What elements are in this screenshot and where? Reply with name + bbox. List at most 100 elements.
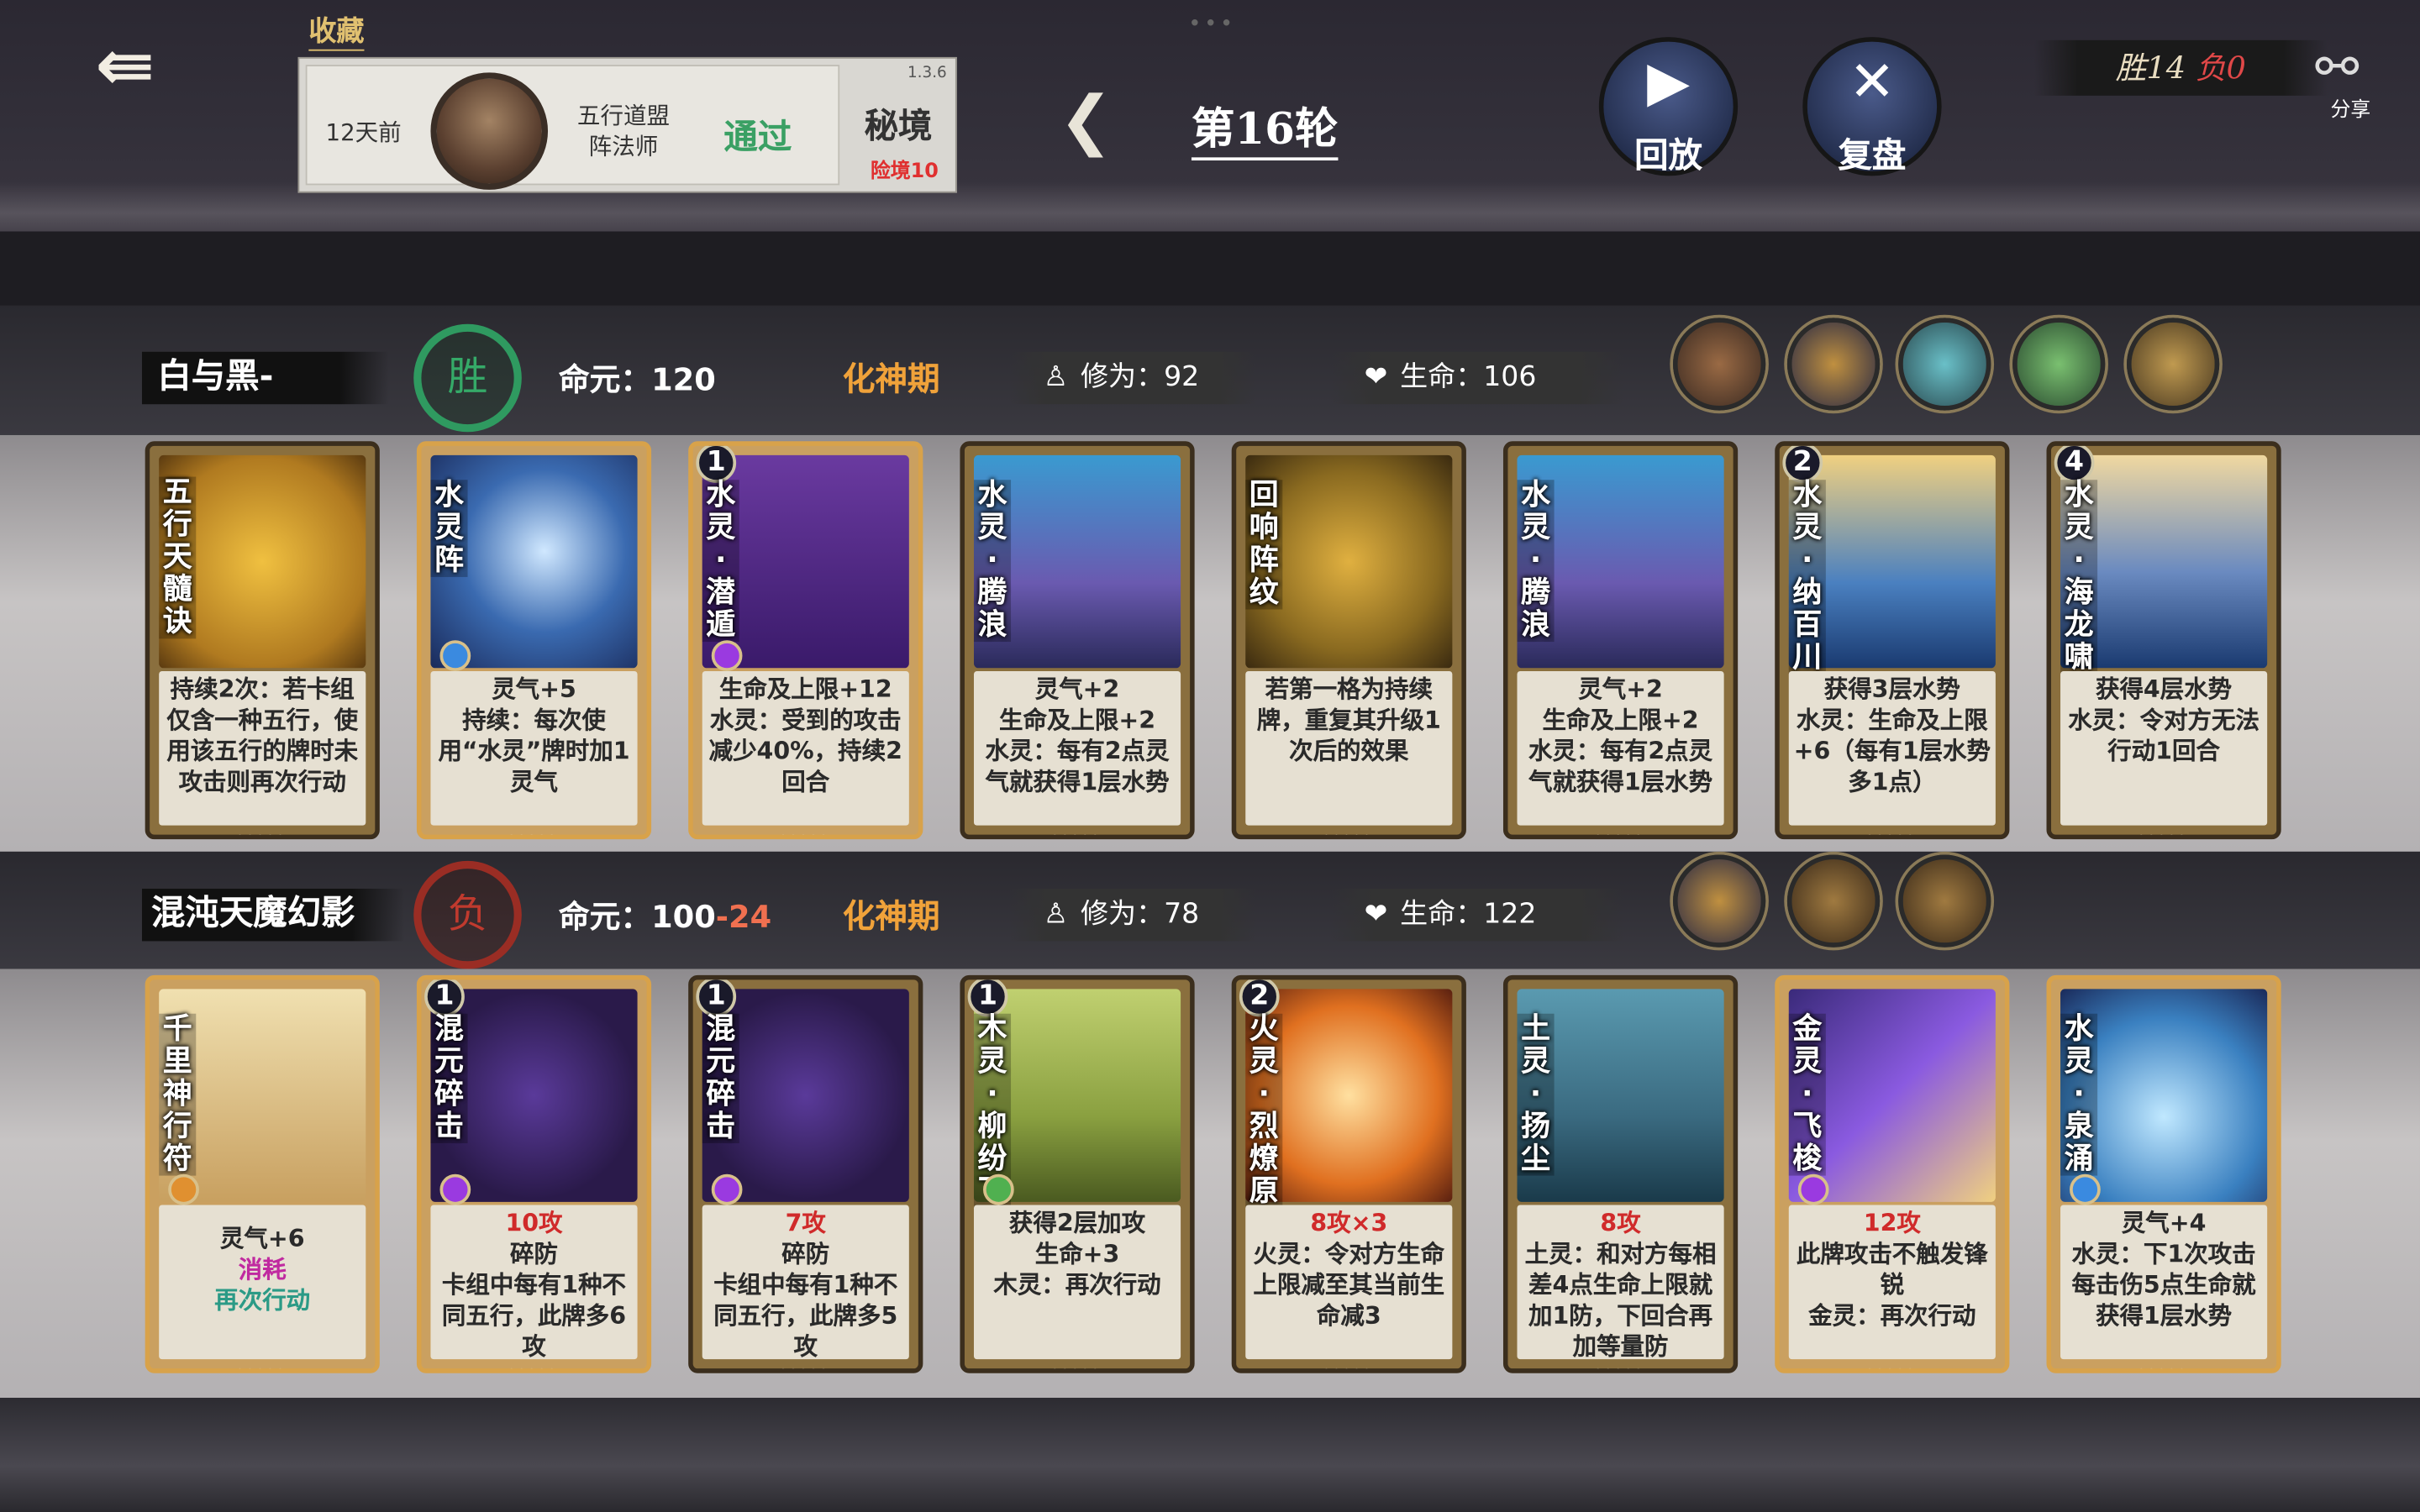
relic-icon[interactable] [2012, 318, 2106, 411]
deck-card[interactable]: 1 水灵·潜遁 生命及上限+12 水灵：受到的攻击减少40%，持续2回合 •••… [688, 441, 923, 840]
result-badge-lose: 负 [413, 860, 522, 969]
share-label: 分享 [2330, 98, 2371, 123]
relic-icon[interactable] [1786, 318, 1881, 411]
card-effect: 灵气+5 [492, 675, 576, 704]
heart-icon: ❤ [1364, 360, 1388, 394]
player-row-1: 白与黑- 胜 命元：120 化神期 ♙ 修为：92 ❤ 生命：106 [0, 318, 2420, 433]
card-pips: ••••• [508, 1365, 560, 1373]
card-effect: 土灵：和对方每相差4点生命上限就加1防，下回合再加等量防 [1524, 1240, 1717, 1360]
card-level: 1 [696, 979, 737, 1017]
relic-icon[interactable] [2127, 318, 2220, 411]
destiny-stat: 命元：120 [559, 354, 716, 399]
card-pips: ••••• [1051, 1365, 1103, 1373]
card-description: 获得4层水势 水灵：令对方无法行动1回合 [2060, 670, 2268, 826]
card-name: 水灵·潜遁 [702, 479, 739, 643]
destiny-loss: -24 [715, 897, 772, 936]
card-effect: 生命+3 [1034, 1240, 1120, 1268]
element-icon [711, 640, 743, 671]
destiny-stat: 命元：100-24 [559, 892, 771, 937]
cultivation-stat: ♙ 修为：78 [1009, 888, 1257, 942]
battle-record-card[interactable]: 12天前 五行道盟 阵法师 通过 1.3.6 秘境 险境10 [297, 56, 957, 193]
relic-icon[interactable] [1898, 854, 1991, 948]
card-description: 10攻 碎防 卡组中每有1种不同五行，此牌多6攻 [430, 1205, 638, 1360]
card-effect: 卡组中每有1种不同五行，此牌多6攻 [441, 1271, 627, 1360]
card-effect: 灵气+2 [1578, 675, 1663, 704]
card-description: 灵气+2 生命及上限+2 水灵：每有2点灵气就获得1层水势 [973, 670, 1181, 826]
card-effect: 生命及上限+2 [999, 706, 1156, 735]
relic-icon[interactable] [1786, 854, 1881, 948]
card-name: 千里神行符 [159, 1013, 197, 1176]
deck-card[interactable]: 水灵阵 灵气+5 持续：每次使用“水灵”牌时加1灵气 ••••• [416, 441, 652, 840]
hp-label: 生命： [1400, 897, 1484, 931]
deck-card[interactable]: 千里神行符 灵气+6 消耗 再次行动 ••••• [145, 974, 380, 1373]
player-name: 混沌天魔幻影 [141, 888, 405, 942]
relic-icon[interactable] [1898, 318, 1991, 411]
card-description: 获得3层水势 水灵：生命及上限+6（每有1层水势多1点） [1788, 670, 1996, 826]
card-effect: 获得2层加攻 [1008, 1209, 1146, 1238]
card-effect: 获得4层水势 [2095, 675, 2233, 704]
favorite-button[interactable]: 收藏 [308, 9, 365, 51]
card-name: 水灵阵 [430, 479, 468, 577]
card-description: 7攻 碎防 卡组中每有1种不同五行，此牌多5攻 [702, 1205, 909, 1360]
review-button[interactable]: ✕ 复盘 [1802, 37, 1942, 176]
deck-card[interactable]: 1 混元碎击 10攻 碎防 卡组中每有1种不同五行，此牌多6攻 ••••• [416, 974, 652, 1373]
element-icon [1797, 1173, 1829, 1205]
meditation-icon: ♙ [1043, 360, 1069, 394]
card-effect: 水灵：受到的攻击减少40%，持续2回合 [708, 706, 902, 796]
deck-card[interactable]: 4 水灵·海龙啸 获得4层水势 水灵：令对方无法行动1回合 ••••• [2046, 441, 2281, 840]
card-effect: 8攻 [1600, 1209, 1641, 1238]
share-button[interactable]: ⚯ 分享 [2302, 37, 2389, 123]
record-time: 12天前 [325, 118, 402, 147]
card-effect: 生命及上限+12 [718, 675, 892, 704]
card-name: 水灵·纳百川 [1788, 479, 1826, 675]
deck-card[interactable]: 五行天髓诀 持续2次：若卡组仅含一种五行，使用该五行的牌时未攻击则再次行动 ••… [145, 441, 380, 840]
previous-round-chevron-icon[interactable]: ❮ [1059, 86, 1127, 155]
card-description: 12攻 此牌攻击不触发锋锐 金灵：再次行动 [1788, 1205, 1996, 1360]
card-effect: 7攻 [785, 1209, 826, 1238]
card-name: 水灵·泉涌 [2060, 1013, 2098, 1176]
card-effect: 灵气+4 [2121, 1209, 2207, 1238]
card-level: 1 [967, 979, 1008, 1017]
deck-card[interactable]: 回响阵纹 若第一格为持续牌，重复其升级1次后的效果 ••••• [1231, 441, 1466, 840]
relic-icon[interactable] [1673, 854, 1766, 948]
player-row-2: 混沌天魔幻影 负 命元：100-24 化神期 ♙ 修为：78 ❤ 生命：122 [0, 854, 2420, 969]
cultivation-value: 78 [1164, 897, 1200, 931]
back-arrow-icon[interactable]: ⇚ [71, 28, 179, 102]
card-pips: ••••• [508, 831, 560, 840]
card-description: 灵气+4 水灵：下1次攻击每击伤5点生命就获得1层水势 [2060, 1205, 2268, 1360]
opponent-name: 五行道盟 阵法师 [570, 100, 678, 161]
deck-card[interactable]: 水灵·腾浪 灵气+2 生命及上限+2 水灵：每有2点灵气就获得1层水势 ••••… [960, 441, 1195, 840]
card-description: 生命及上限+12 水灵：受到的攻击减少40%，持续2回合 [702, 670, 909, 826]
card-pips: ••••• [1866, 831, 1918, 840]
card-description: 8攻 土灵：和对方每相差4点生命上限就加1防，下回合再加等量防 [1517, 1205, 1724, 1360]
opponent-name-line2: 阵法师 [588, 132, 659, 161]
deck-card[interactable]: 2 火灵·烈燎原 8攻×3 火灵：令对方生命上限减至其当前生命减3 ••••• [1231, 974, 1466, 1373]
replay-label: 回放 [1634, 137, 1702, 176]
card-effect: 12攻 [1863, 1209, 1921, 1238]
deck-card[interactable]: 金灵·飞梭 12攻 此牌攻击不触发锋锐 金灵：再次行动 ••••• [1775, 974, 2010, 1373]
opponent-avatar [430, 72, 549, 190]
replay-button[interactable]: ▶ 回放 [1598, 37, 1739, 176]
record-difficulty: 险境10 [870, 160, 939, 184]
card-pips: ••••• [780, 831, 831, 840]
element-icon [168, 1173, 199, 1205]
card-pips: ••••• [237, 1365, 288, 1373]
card-pips: ••••• [780, 1365, 831, 1373]
destiny-label: 命元： [558, 360, 652, 398]
card-effect: 水灵：每有2点灵气就获得1层水势 [1528, 737, 1713, 796]
relic-icon[interactable] [1673, 318, 1766, 411]
deck-card[interactable]: 1 混元碎击 7攻 碎防 卡组中每有1种不同五行，此牌多5攻 ••••• [688, 974, 923, 1373]
card-effect: 卡组中每有1种不同五行，此牌多5攻 [713, 1271, 898, 1360]
deck-card[interactable]: 水灵·泉涌 灵气+4 水灵：下1次攻击每击伤5点生命就获得1层水势 ••••• [2046, 974, 2281, 1373]
card-level: 2 [1239, 979, 1280, 1017]
deck-card[interactable]: 1 木灵·柳纷飞 获得2层加攻 生命+3 木灵：再次行动 ••••• [960, 974, 1195, 1373]
card-effect: 灵气+6 [219, 1225, 305, 1253]
hp-stat: ❤ 生命：106 [1330, 351, 1624, 405]
deck-card[interactable]: 水灵·腾浪 灵气+2 生命及上限+2 水灵：每有2点灵气就获得1层水势 ••••… [1502, 441, 1739, 840]
review-label: 复盘 [1838, 137, 1907, 176]
card-name: 水灵·腾浪 [973, 479, 1012, 643]
deck-card[interactable]: 土灵·扬尘 8攻 土灵：和对方每相差4点生命上限就加1防，下回合再加等量防 ••… [1502, 974, 1739, 1373]
card-pips: ••••• [1866, 1365, 1918, 1373]
wood-element-icon [982, 1173, 1014, 1205]
deck-card[interactable]: 2 水灵·纳百川 获得3层水势 水灵：生命及上限+6（每有1层水势多1点） ••… [1775, 441, 2010, 840]
